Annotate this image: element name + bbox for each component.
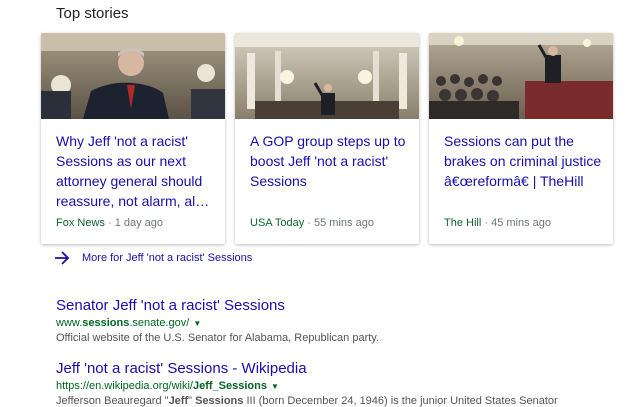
news-card-1-source: Fox News — [56, 217, 105, 229]
news-card-3-photo — [429, 33, 613, 119]
news-card-2[interactable]: A GOP group steps up to boost Jeff 'not … — [235, 33, 419, 244]
more-stories-link[interactable]: More for Jeff 'not a racist' Sessions — [54, 251, 252, 265]
more-stories-label: More for Jeff 'not a racist' Sessions — [82, 252, 253, 264]
news-card-1[interactable]: Why Jeff 'not a racist' Sessions as our … — [41, 33, 225, 244]
snippet-text: III (born December 24, 1946) is the juni… — [243, 395, 558, 407]
news-card-2-photo — [235, 33, 419, 119]
search-result-1-snippet: Official website of the U.S. Senator for… — [56, 332, 380, 344]
url-prefix: www. — [56, 317, 83, 329]
url-suffix: .senate.gov/ — [129, 317, 190, 329]
news-card-1-meta: Fox News · 1 day ago — [56, 217, 163, 229]
news-card-1-headline[interactable]: Why Jeff 'not a racist' Sessions as our … — [56, 131, 216, 211]
news-card-3-source: The Hill — [444, 217, 482, 229]
search-result-1-title[interactable]: Senator Jeff 'not a racist' Sessions — [56, 297, 379, 314]
search-result-2-title[interactable]: Jeff 'not a racist' Sessions - Wikipedia — [56, 360, 558, 377]
news-card-2-meta: USA Today · 55 mins ago — [250, 217, 374, 229]
news-card-2-time: 55 mins ago — [314, 217, 374, 229]
news-card-3-time: 45 mins ago — [491, 217, 552, 229]
snippet-bold: Jeff — [168, 395, 189, 407]
news-card-1-time: 1 day ago — [114, 217, 164, 229]
arrow-right-icon — [55, 251, 70, 265]
top-stories-heading: Top stories — [56, 5, 129, 22]
url-bold: Jeff_Sessions — [192, 380, 267, 392]
meta-separator: · — [304, 217, 315, 229]
meta-separator: · — [104, 217, 115, 229]
news-card-2-source: USA Today — [250, 217, 305, 229]
news-card-3[interactable]: Sessions can put the brakes on criminal … — [429, 33, 613, 244]
news-card-3-headline[interactable]: Sessions can put the brakes on criminal … — [444, 131, 604, 191]
meta-separator: · — [481, 217, 492, 229]
news-card-3-meta: The Hill · 45 mins ago — [444, 217, 551, 229]
news-card-1-photo — [41, 33, 225, 119]
snippet-bold: Sessions — [195, 395, 244, 407]
snippet-text: Jefferson Beauregard " — [56, 395, 169, 407]
search-result-2-url: https://en.wikipedia.org/wiki/Jeff_Sessi… — [56, 380, 558, 392]
caret-down-icon[interactable]: ▼ — [193, 319, 201, 328]
url-prefix: https://en.wikipedia.org/wiki/ — [56, 380, 193, 392]
search-result-2-snippet: Jefferson Beauregard "Jeff" Sessions III… — [56, 395, 558, 407]
search-result-1: Senator Jeff 'not a racist' Sessions www… — [56, 297, 379, 344]
search-result-1-url: www.sessions.senate.gov/▼ — [56, 317, 379, 329]
news-card-2-headline[interactable]: A GOP group steps up to boost Jeff 'not … — [250, 131, 410, 191]
url-bold: sessions — [82, 317, 130, 329]
caret-down-icon[interactable]: ▼ — [271, 382, 279, 391]
